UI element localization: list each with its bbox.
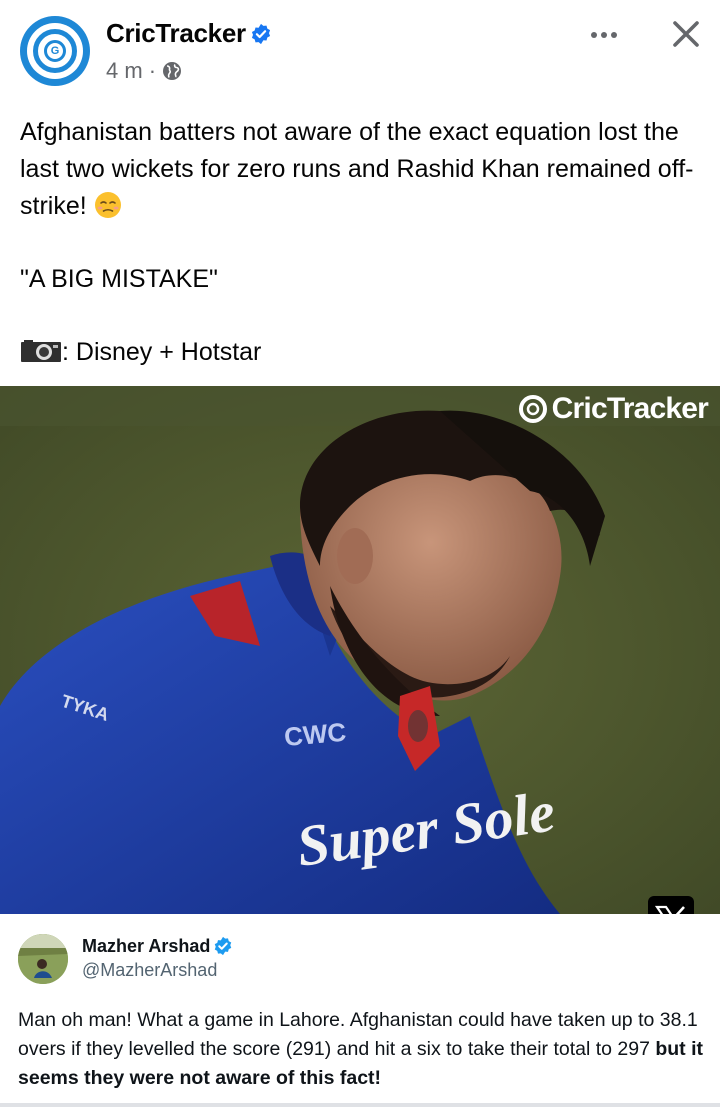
post-credit-line: : Disney + Hotstar: [20, 334, 710, 371]
more-options-icon[interactable]: [584, 20, 624, 50]
tweet-author-name[interactable]: Mazher Arshad: [82, 936, 233, 957]
player-photo: CWC Super Sole TYKA: [0, 386, 720, 914]
close-icon[interactable]: [664, 12, 708, 56]
tweet-body: Man oh man! What a game in Lahore. Afgha…: [18, 1006, 714, 1093]
globe-icon: [163, 62, 182, 80]
post-credit-text: : Disney + Hotstar: [62, 338, 262, 366]
tweet-author-handle[interactable]: @MazherArshad: [82, 960, 217, 981]
verified-badge-icon: [251, 23, 270, 45]
avatar-ring-inner: G: [33, 29, 77, 73]
watermark-text: CricTracker: [551, 392, 709, 425]
sad-face-emoji: [94, 192, 121, 218]
post-body: Afghanistan batters not aware of the exa…: [20, 114, 710, 225]
post-image[interactable]: CWC Super Sole TYKA CricTracker: [0, 386, 720, 914]
post-quote: "A BIG MISTAKE": [20, 265, 218, 293]
svg-text:CWC: CWC: [283, 717, 348, 752]
meta-separator: ·: [148, 58, 157, 83]
watermark-logo-icon: [518, 395, 547, 423]
tweet-avatar[interactable]: [18, 934, 68, 984]
post-meta: 4 m ·: [106, 58, 182, 84]
page-name[interactable]: CricTracker: [106, 18, 272, 49]
tweet-body-text: Man oh man! What a game in Lahore. Afgha…: [18, 1009, 698, 1060]
post-time[interactable]: 4 m: [106, 58, 143, 84]
avatar-ring: G: [27, 23, 83, 79]
post-text: Afghanistan batters not aware of the exa…: [20, 114, 710, 371]
camera-icon: [21, 340, 61, 362]
post-header: G CricTracker 4 m ·: [0, 0, 720, 100]
page-name-text[interactable]: CricTracker: [106, 18, 246, 48]
divider: [0, 1103, 720, 1107]
embedded-tweet[interactable]: Mazher Arshad @MazherArshad Man oh man! …: [0, 914, 720, 1107]
verified-badge-icon: [215, 936, 232, 956]
watermark: CricTracker: [518, 392, 709, 426]
tweet-author-name-text[interactable]: Mazher Arshad: [82, 936, 210, 956]
page-avatar[interactable]: G: [20, 16, 90, 86]
page-logo-icon: G: [44, 40, 66, 62]
